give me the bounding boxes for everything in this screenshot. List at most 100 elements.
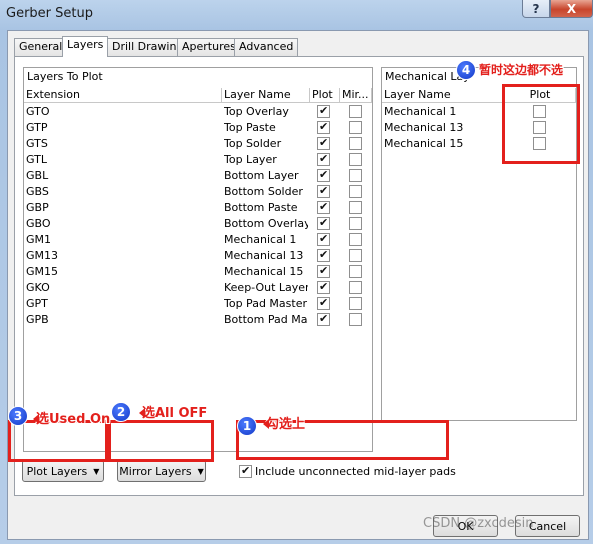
layer-extension: GKO <box>26 281 50 294</box>
layer-row[interactable]: GPB Bottom Pad Maste <box>24 312 372 328</box>
close-button[interactable]: X <box>550 0 593 18</box>
dropdown-arrow-icon: ▼ <box>93 466 100 476</box>
layer-mirror-checkbox[interactable] <box>349 265 362 278</box>
plot-layers-label: Plot Layers <box>26 464 88 478</box>
layer-name: Top Solder <box>224 137 282 150</box>
layer-plot-checkbox[interactable] <box>317 200 330 214</box>
layer-extension: GBS <box>26 185 49 198</box>
layer-row[interactable]: GTL Top Layer <box>24 152 372 168</box>
layer-mirror-checkbox[interactable] <box>349 297 362 310</box>
mechanical-layers-group: Mechanical Lay Layer Name Plot Mechanica… <box>381 67 577 421</box>
mechanical-row[interactable]: Mechanical 15 <box>382 136 576 152</box>
layer-row[interactable]: GTS Top Solder <box>24 136 372 152</box>
layer-plot-checkbox[interactable] <box>317 280 330 294</box>
annotation-badge-2: 2 <box>111 402 131 422</box>
layer-row[interactable]: GBP Bottom Paste <box>24 200 372 216</box>
layer-plot-checkbox[interactable] <box>317 184 330 198</box>
header-mirror[interactable]: Mir... <box>340 88 372 103</box>
layer-extension: GM15 <box>26 265 59 278</box>
layer-name: Top Pad Master <box>224 297 307 310</box>
layer-row[interactable]: GTP Top Paste <box>24 120 372 136</box>
layer-name: Bottom Solder <box>224 185 303 198</box>
annotation-text-2: 选All OFF <box>138 402 207 421</box>
help-button[interactable]: ? <box>522 0 550 18</box>
layer-extension: GTS <box>26 137 48 150</box>
annotation-text-3: 选Used On <box>32 408 110 427</box>
header-layer-name[interactable]: Layer Name <box>222 88 310 103</box>
layer-mirror-checkbox[interactable] <box>349 105 362 118</box>
layer-mirror-checkbox[interactable] <box>349 137 362 150</box>
layer-plot-checkbox[interactable] <box>317 296 330 310</box>
mirror-layers-button[interactable]: Mirror Layers ▼ <box>117 460 206 482</box>
header-plot[interactable]: Plot <box>310 88 340 103</box>
layer-plot-checkbox[interactable] <box>317 216 330 230</box>
layer-row[interactable]: GBS Bottom Solder <box>24 184 372 200</box>
annotation-badge-3: 3 <box>8 406 28 426</box>
tab-layers[interactable]: Layers <box>62 36 109 57</box>
layer-name: Bottom Pad Maste <box>224 313 308 326</box>
layer-plot-checkbox[interactable] <box>317 120 330 134</box>
layer-mirror-checkbox[interactable] <box>349 185 362 198</box>
mechanical-plot-checkbox[interactable] <box>533 137 546 150</box>
layer-extension: GTO <box>26 105 50 118</box>
mechanical-plot-checkbox[interactable] <box>533 121 546 134</box>
annotation-text-1: 勾选上 <box>262 413 305 432</box>
layer-extension: GPT <box>26 297 48 310</box>
layer-name: Top Layer <box>224 153 277 166</box>
layer-plot-checkbox[interactable] <box>317 264 330 278</box>
layer-mirror-checkbox[interactable] <box>349 169 362 182</box>
layer-row[interactable]: GM15 Mechanical 15 <box>24 264 372 280</box>
layer-name: Bottom Overlay <box>224 217 308 230</box>
mechanical-plot-checkbox[interactable] <box>533 105 546 118</box>
layer-row[interactable]: GBO Bottom Overlay <box>24 216 372 232</box>
include-unconnected-checkbox[interactable] <box>239 464 252 478</box>
plot-layers-button[interactable]: Plot Layers ▼ <box>22 460 104 482</box>
header-mech-plot[interactable]: Plot <box>503 88 576 103</box>
layer-mirror-checkbox[interactable] <box>349 249 362 262</box>
layer-name: Keep-Out Layer <box>224 281 308 294</box>
layer-plot-checkbox[interactable] <box>317 136 330 150</box>
mechanical-layer-name: Mechanical 15 <box>384 137 464 150</box>
layer-name: Bottom Paste <box>224 201 298 214</box>
layer-mirror-checkbox[interactable] <box>349 217 362 230</box>
layer-extension: GTP <box>26 121 48 134</box>
layer-plot-checkbox[interactable] <box>317 232 330 246</box>
layer-extension: GPB <box>26 313 49 326</box>
layer-row[interactable]: GTO Top Overlay <box>24 104 372 120</box>
mechanical-row[interactable]: Mechanical 13 <box>382 120 576 136</box>
layer-name: Top Paste <box>224 121 276 134</box>
layer-row[interactable]: GBL Bottom Layer <box>24 168 372 184</box>
header-extension[interactable]: Extension <box>24 88 222 103</box>
layer-mirror-checkbox[interactable] <box>349 201 362 214</box>
layer-plot-checkbox[interactable] <box>317 312 330 326</box>
layer-name: Mechanical 13 <box>224 249 304 262</box>
layer-row[interactable]: GPT Top Pad Master <box>24 296 372 312</box>
mechanical-layer-name: Mechanical 13 <box>384 121 464 134</box>
layer-mirror-checkbox[interactable] <box>349 121 362 134</box>
annotation-text-4: 暂时这边都不选 <box>479 63 564 77</box>
title-bar: Gerber Setup ? X <box>0 0 593 30</box>
layer-plot-checkbox[interactable] <box>317 248 330 262</box>
layer-mirror-checkbox[interactable] <box>349 313 362 326</box>
layer-row[interactable]: GKO Keep-Out Layer <box>24 280 372 296</box>
mechanical-row[interactable]: Mechanical 1 <box>382 104 576 120</box>
layer-mirror-checkbox[interactable] <box>349 233 362 246</box>
layers-to-plot-title: Layers To Plot <box>27 70 103 83</box>
tab-general[interactable]: General <box>14 38 68 56</box>
tab-apertures[interactable]: Apertures <box>177 38 241 56</box>
mirror-layers-label: Mirror Layers <box>119 464 192 478</box>
layer-mirror-checkbox[interactable] <box>349 281 362 294</box>
layer-row[interactable]: GM1 Mechanical 1 <box>24 232 372 248</box>
layer-extension: GBP <box>26 201 49 214</box>
layer-mirror-checkbox[interactable] <box>349 153 362 166</box>
layer-plot-checkbox[interactable] <box>317 104 330 118</box>
layer-row[interactable]: GM13 Mechanical 13 <box>24 248 372 264</box>
include-unconnected-label: Include unconnected mid-layer pads <box>255 465 456 478</box>
annotation-badge-1: 1 <box>237 416 257 436</box>
layer-plot-checkbox[interactable] <box>317 168 330 182</box>
window-title: Gerber Setup <box>6 6 93 21</box>
mechanical-grid-header: Layer Name Plot <box>382 88 576 103</box>
layer-plot-checkbox[interactable] <box>317 152 330 166</box>
tab-advanced[interactable]: Advanced <box>234 38 299 56</box>
header-mech-layer-name[interactable]: Layer Name <box>382 88 503 103</box>
